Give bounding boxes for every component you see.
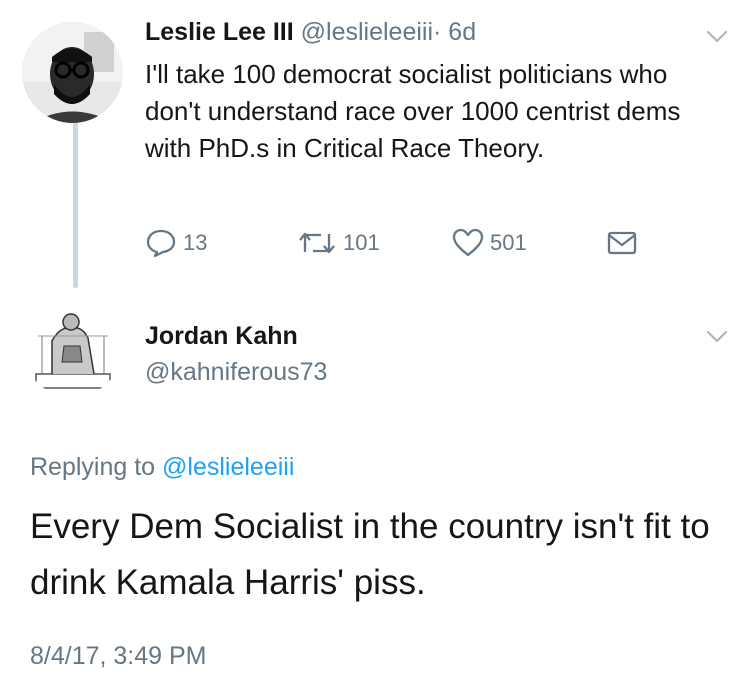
avatar-sketch-image	[22, 296, 123, 397]
avatar[interactable]	[22, 296, 123, 397]
like-button[interactable]: 501	[452, 228, 527, 258]
like-count: 501	[490, 230, 527, 255]
chevron-down-icon[interactable]	[706, 30, 728, 44]
retweet-count: 101	[343, 230, 380, 255]
direct-message-button[interactable]	[606, 228, 644, 258]
reply-count: 13	[183, 230, 208, 255]
author-line: Leslie Lee III @leslieleeiii· 6d	[145, 18, 476, 47]
tweet-text: I'll take 100 democrat socialist politic…	[145, 59, 681, 163]
replying-to-label: Replying to	[30, 453, 156, 481]
retweet-button[interactable]: 101	[297, 228, 380, 258]
author-handle[interactable]: @kahniferous73	[145, 358, 327, 387]
author-handle[interactable]: @leslieleeiii	[301, 18, 433, 46]
chevron-down-icon[interactable]	[706, 330, 728, 344]
reply-button[interactable]: 13	[145, 228, 207, 258]
author-name[interactable]: Jordan Kahn	[145, 322, 298, 351]
envelope-icon	[607, 231, 637, 255]
reply-icon	[146, 229, 176, 258]
avatar-photo	[22, 22, 123, 123]
retweet-icon	[299, 232, 335, 254]
author-name[interactable]: Leslie Lee III	[145, 18, 294, 46]
tweet-text: Every Dem Socialist in the country isn't…	[30, 507, 710, 602]
tweet-timestamp[interactable]: 8/4/17, 3:49 PM	[30, 642, 207, 671]
replying-to-mention-link[interactable]: @leslieleeiii	[162, 453, 294, 481]
separator-dot: ·	[433, 18, 442, 46]
avatar[interactable]	[22, 22, 123, 123]
replying-to-line: Replying to @leslieleeiii	[30, 453, 294, 482]
tweet-age[interactable]: 6d	[448, 18, 476, 46]
thread-connector-line	[73, 122, 78, 288]
heart-icon	[452, 228, 484, 257]
